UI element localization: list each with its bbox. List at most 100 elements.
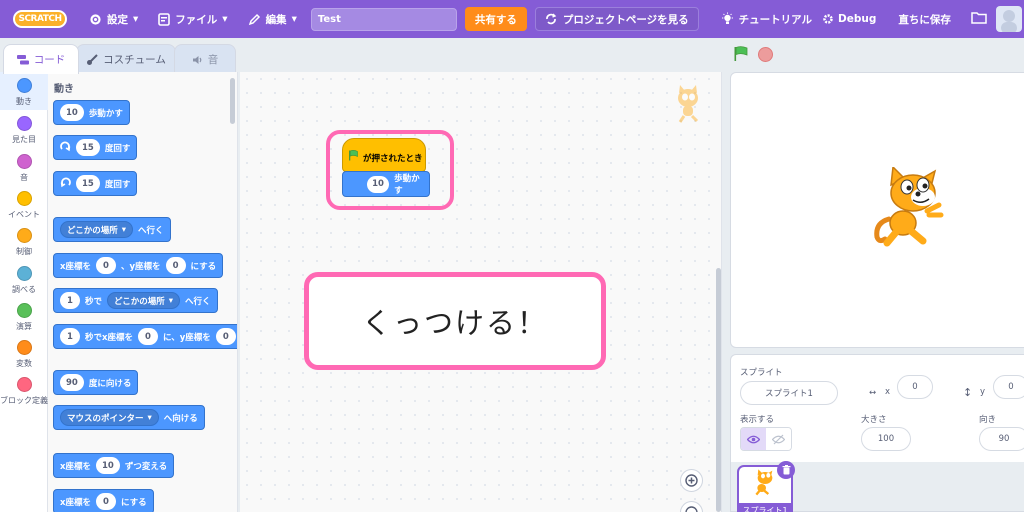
- change-x-block[interactable]: x座標を 10 ずつ変える: [53, 453, 175, 478]
- direction-input[interactable]: 90: [60, 374, 84, 391]
- edit-label: 編集: [265, 13, 287, 26]
- chevron-down-icon: ▾: [147, 412, 152, 423]
- point-towards-block[interactable]: マウスのポインター ▾ へ向ける: [53, 405, 205, 430]
- file-menu[interactable]: ファイル ▾: [158, 12, 228, 27]
- block-text: 度回す: [104, 179, 131, 190]
- category-my-blocks[interactable]: ブロック定義: [0, 377, 48, 407]
- workspace-scrollbar[interactable]: [716, 268, 721, 512]
- x-set-input[interactable]: 0: [95, 493, 116, 510]
- goto-target-dropdown[interactable]: どこかの場所 ▾: [60, 221, 134, 238]
- category-motion[interactable]: 動き: [0, 78, 48, 107]
- show-toggle: [740, 427, 792, 451]
- glide-to-block[interactable]: 1 秒で どこかの場所 ▾ へ行く: [53, 288, 218, 313]
- code-blocks-icon: [16, 54, 29, 64]
- project-title-input[interactable]: Test: [310, 7, 457, 31]
- y-label: y: [980, 387, 986, 397]
- project-page-label: プロジェクトページを見る: [562, 13, 689, 26]
- direction-input[interactable]: 90: [979, 427, 1024, 451]
- category-sensing[interactable]: 調べる: [0, 266, 48, 295]
- stop-icon[interactable]: [758, 47, 773, 62]
- chevron-down-icon: ▾: [121, 224, 127, 235]
- sprite-watermark-icon: [670, 84, 706, 128]
- tab-costume[interactable]: コスチューム: [76, 44, 176, 74]
- block-text: 秒で: [85, 296, 103, 307]
- set-x-block[interactable]: x座標を 0 にする: [53, 489, 154, 512]
- workspace-steps-input[interactable]: 10: [367, 175, 390, 193]
- debug-button[interactable]: Debug: [822, 13, 876, 25]
- share-button[interactable]: 共有する: [464, 7, 527, 31]
- sprite-name-input[interactable]: スプライト1: [740, 381, 838, 405]
- save-now-button[interactable]: 直ちに保存: [898, 12, 951, 27]
- scratch-logo[interactable]: SCRATCH: [13, 10, 67, 28]
- cat-sprite[interactable]: [871, 165, 961, 253]
- towards-target-dropdown[interactable]: マウスのポインター ▾: [60, 409, 159, 426]
- category-variables[interactable]: 変数: [0, 340, 48, 369]
- stage-canvas[interactable]: [730, 72, 1024, 348]
- chevron-down-icon: ▾: [168, 295, 174, 306]
- block-text: 度回す: [104, 143, 131, 154]
- y-position-input[interactable]: 0: [993, 375, 1024, 399]
- size-input[interactable]: 100: [861, 427, 911, 451]
- speaker-icon: [192, 55, 202, 64]
- green-flag-icon[interactable]: [733, 46, 749, 66]
- y-input[interactable]: 0: [165, 257, 186, 274]
- turn-right-block[interactable]: 15 度回す: [53, 135, 138, 160]
- palette-scrollbar[interactable]: [230, 78, 235, 124]
- block-text: 歩動かす: [88, 108, 123, 119]
- move-steps-block[interactable]: 10 歩動かす: [53, 100, 130, 125]
- show-label: 表示する: [740, 415, 775, 425]
- category-operators[interactable]: 演算: [0, 303, 48, 332]
- delete-sprite-button[interactable]: [777, 461, 795, 479]
- cat-thumbnail-icon: [751, 468, 781, 502]
- file-icon: [158, 12, 171, 26]
- scratch-editor: SCRATCH 設定 ▾ ファイル ▾ 編集 ▾ Test 共有する プロジェク…: [0, 0, 1024, 512]
- eye-icon: [747, 435, 760, 443]
- category-control[interactable]: 制御: [0, 228, 48, 257]
- glide-target-dropdown[interactable]: どこかの場所 ▾: [107, 292, 181, 309]
- x-change-input[interactable]: 10: [95, 457, 120, 474]
- x-input[interactable]: 0: [137, 328, 158, 345]
- show-visible-button[interactable]: [741, 428, 766, 450]
- x-input[interactable]: 0: [95, 257, 116, 274]
- point-direction-block[interactable]: 90 度に向ける: [53, 370, 139, 395]
- category-looks-dot: [16, 116, 32, 131]
- category-looks[interactable]: 見た目: [0, 116, 48, 145]
- user-avatar[interactable]: [996, 6, 1022, 32]
- file-label: ファイル: [175, 13, 218, 26]
- project-page-button[interactable]: プロジェクトページを見る: [534, 7, 699, 31]
- y-input[interactable]: 0: [215, 328, 236, 345]
- sprite-label: スプライト: [740, 368, 783, 378]
- block-text: にする: [190, 261, 217, 272]
- x-position-input[interactable]: 0: [897, 375, 933, 399]
- steps-input[interactable]: 10: [60, 104, 84, 121]
- rotate-right-icon: [60, 140, 71, 155]
- show-hidden-button[interactable]: [766, 428, 791, 450]
- tab-code[interactable]: コード: [3, 44, 79, 74]
- rotate-left-icon: [60, 176, 71, 191]
- category-control-dot: [16, 228, 32, 243]
- turn-left-block[interactable]: 15 度回す: [53, 171, 138, 196]
- category-sound[interactable]: 音: [0, 154, 48, 183]
- zoom-in-button[interactable]: [680, 469, 703, 492]
- degrees-input[interactable]: 15: [76, 139, 100, 156]
- degrees-input[interactable]: 15: [76, 175, 100, 192]
- trash-icon: [782, 465, 790, 475]
- category-events[interactable]: イベント: [0, 191, 48, 220]
- settings-menu[interactable]: 設定 ▾: [89, 12, 138, 27]
- sprite-thumbnail-name: スプライト1: [739, 503, 791, 512]
- edit-menu[interactable]: 編集 ▾: [248, 12, 297, 27]
- category-label: 調べる: [12, 285, 36, 294]
- folder-icon[interactable]: [971, 11, 987, 27]
- when-flag-clicked-block[interactable]: が押されたとき: [342, 138, 426, 172]
- tab-sound[interactable]: 音: [174, 44, 236, 74]
- seconds-input[interactable]: 1: [60, 328, 80, 345]
- block-text: へ行く: [138, 225, 164, 236]
- workspace-move-steps-block[interactable]: 10 歩動かす: [342, 171, 430, 197]
- goto-xy-block[interactable]: x座標を 0 、y座標を 0 にする: [53, 253, 224, 278]
- goto-block[interactable]: どこかの場所 ▾ へ行く: [53, 217, 171, 242]
- glide-xy-block[interactable]: 1 秒でx座標を 0 に、y座標を 0: [53, 324, 237, 349]
- tutorials-button[interactable]: チュートリアル: [721, 12, 812, 27]
- tutorials-label: チュートリアル: [738, 13, 813, 26]
- seconds-input[interactable]: 1: [60, 292, 80, 309]
- x-label: x: [885, 387, 891, 397]
